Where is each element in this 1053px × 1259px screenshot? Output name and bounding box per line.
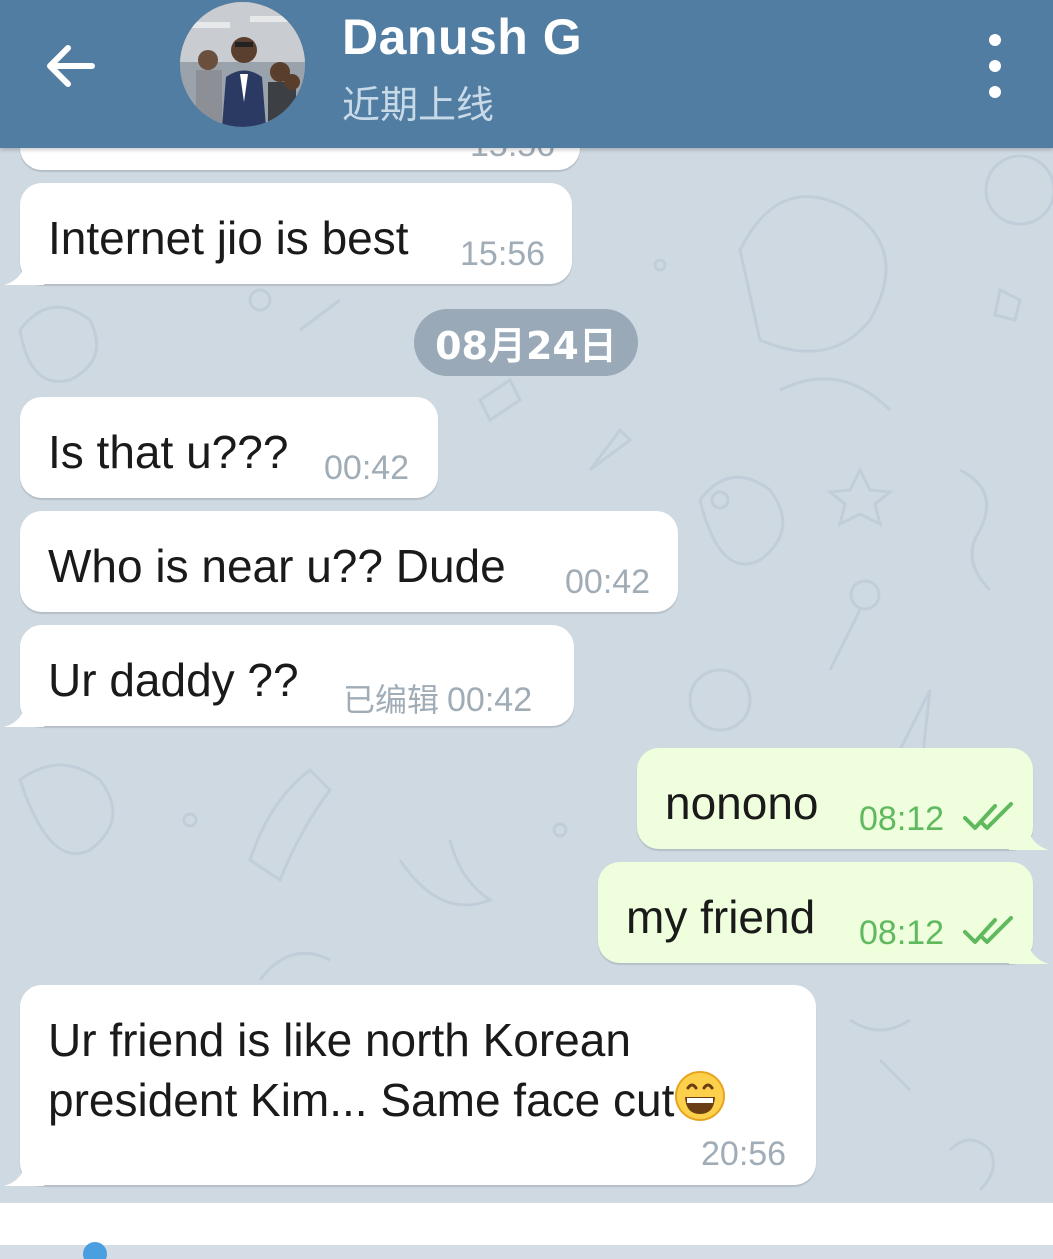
message-time: 00:42 <box>324 449 410 487</box>
contact-avatar[interactable] <box>180 2 305 127</box>
message-bubble-incoming[interactable]: Ur daddy ?? 已编辑 00:42 <box>20 625 574 726</box>
message-text: nonono <box>665 777 819 829</box>
message-time: 08:12 <box>859 800 945 838</box>
message-input-bar[interactable] <box>0 1202 1053 1259</box>
message-text: Is that u??? <box>48 426 289 478</box>
more-options-button[interactable] <box>970 34 1020 98</box>
edited-label: 已编辑 <box>343 681 440 719</box>
arrow-left-icon <box>47 45 95 87</box>
message-time: 20:56 <box>701 1135 787 1173</box>
contact-name[interactable]: Danush G <box>342 8 582 66</box>
message-time: 00:42 <box>565 563 651 601</box>
message-text-line: Ur friend is like north Korean <box>48 1014 631 1066</box>
message-bubble-outgoing[interactable]: my friend 08:12 <box>598 862 1033 963</box>
more-vertical-icon-dot <box>989 60 1001 72</box>
date-separator: 08月24日 <box>414 309 638 376</box>
grinning-face-emoji-icon <box>675 1071 726 1121</box>
double-check-icon <box>963 802 1013 830</box>
message-time: 00:42 <box>447 681 533 719</box>
emoji-button-icon[interactable] <box>80 1239 110 1259</box>
message-time: 15:56 <box>460 235 546 273</box>
message-bubble-outgoing[interactable]: nonono 08:12 <box>637 748 1033 849</box>
more-vertical-icon <box>989 34 1001 46</box>
more-vertical-icon-dot <box>989 86 1001 98</box>
message-text: Who is near u?? Dude <box>48 540 506 592</box>
message-bubble-incoming[interactable]: Is that u??? 00:42 <box>20 397 438 498</box>
message-text: Internet jio is best <box>48 212 409 264</box>
avatar-photo <box>180 2 305 127</box>
chat-header: Danush G 近期上线 <box>0 0 1053 148</box>
message-text-line: president Kim... Same face cut <box>48 1070 726 1127</box>
message-text: Ur daddy ?? <box>48 654 299 706</box>
message-bubble-incoming[interactable]: Ur friend is like north Korean president… <box>20 985 816 1185</box>
message-text-line-content: president Kim... Same face cut <box>48 1074 675 1126</box>
message-bubble-incoming[interactable]: Who is near u?? Dude 00:42 <box>20 511 678 612</box>
message-text: my friend <box>626 891 816 943</box>
message-meta: 已编辑 00:42 <box>343 675 532 721</box>
contact-status: 近期上线 <box>342 83 495 127</box>
message-bubble-incoming[interactable]: Internet jio is best 15:56 <box>20 183 572 284</box>
back-button[interactable] <box>30 28 110 104</box>
message-time: 08:12 <box>859 914 945 952</box>
double-check-icon <box>963 916 1013 944</box>
